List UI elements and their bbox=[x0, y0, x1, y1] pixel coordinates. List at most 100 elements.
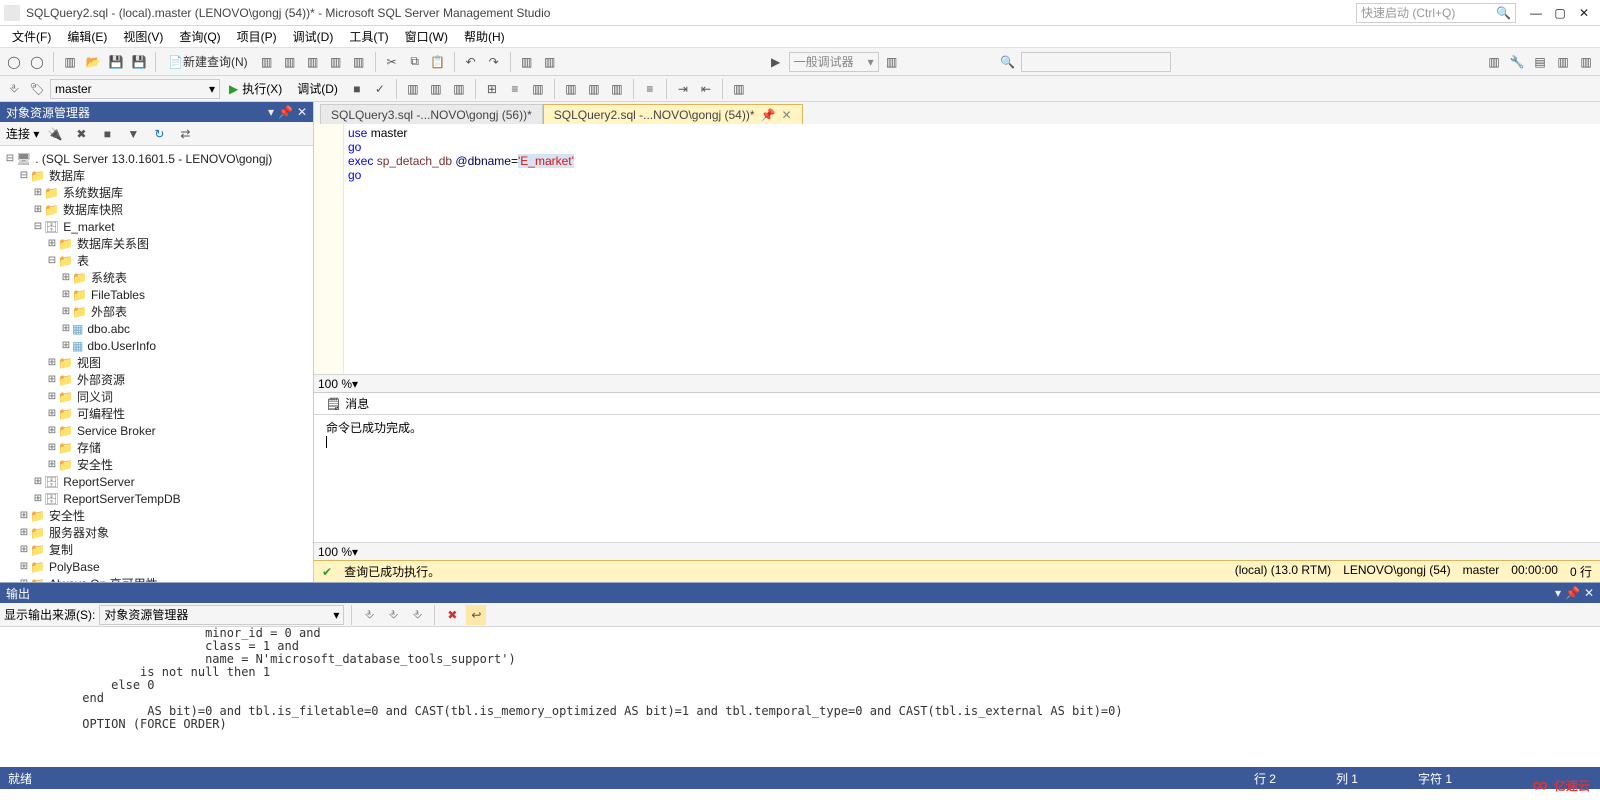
tree-polybase[interactable]: PolyBase bbox=[49, 560, 100, 574]
messages-tab[interactable]: 🗒 消息 bbox=[318, 393, 377, 414]
open-icon[interactable]: 📂 bbox=[83, 52, 103, 72]
new-project-icon[interactable]: ▥ bbox=[60, 52, 80, 72]
tree-databases[interactable]: 数据库 bbox=[49, 167, 85, 184]
panel-dropdown-icon[interactable]: ▾ bbox=[268, 105, 274, 119]
output-src-select[interactable]: 对象资源管理器▾ bbox=[99, 605, 344, 625]
tb2-g[interactable]: ▥ bbox=[584, 79, 604, 99]
output-body[interactable]: minor_id = 0 and class = 1 and name = N'… bbox=[0, 627, 1600, 767]
tree-prog[interactable]: 可编程性 bbox=[77, 405, 125, 422]
tb-g[interactable]: ▥ bbox=[540, 52, 560, 72]
refresh-icon[interactable]: ↻ bbox=[149, 124, 169, 144]
tb2-h[interactable]: ▥ bbox=[607, 79, 627, 99]
tree-replication[interactable]: 复制 bbox=[49, 541, 73, 558]
tree-sysdb[interactable]: 系统数据库 bbox=[63, 184, 123, 201]
filter-icon[interactable]: ▼ bbox=[123, 124, 143, 144]
nav-fwd-button[interactable]: ◯ bbox=[27, 52, 47, 72]
out-dropdown-icon[interactable]: ▾ bbox=[1555, 586, 1561, 600]
stop-icon-2[interactable]: ■ bbox=[97, 124, 117, 144]
tree-storage[interactable]: 存储 bbox=[77, 439, 101, 456]
tree-server[interactable]: . (SQL Server 13.0.1601.5 - LENOVO\gongj… bbox=[35, 152, 272, 166]
pin-icon[interactable]: 📌 bbox=[761, 108, 776, 122]
tb-h[interactable]: ▥ bbox=[882, 52, 902, 72]
tree-tables[interactable]: 表 bbox=[77, 252, 89, 269]
tb2-e[interactable]: ▥ bbox=[449, 79, 469, 99]
tb-b[interactable]: ▥ bbox=[280, 52, 300, 72]
code-body[interactable]: use master go exec sp_detach_db @dbname=… bbox=[344, 124, 1600, 374]
results-grid-icon[interactable]: ⊞ bbox=[482, 79, 502, 99]
tb-l[interactable]: ▥ bbox=[1553, 52, 1573, 72]
nav-back-button[interactable]: ◯ bbox=[4, 52, 24, 72]
paste-icon[interactable]: 📋 bbox=[428, 52, 448, 72]
tree-systables[interactable]: 系统表 bbox=[91, 269, 127, 286]
tb2-i[interactable]: ▥ bbox=[729, 79, 749, 99]
results-text-icon[interactable]: ≡ bbox=[505, 79, 525, 99]
cut-icon[interactable]: ✂ bbox=[382, 52, 402, 72]
parse-icon[interactable]: ✓ bbox=[370, 79, 390, 99]
out-tb-b[interactable]: ⎀ bbox=[383, 605, 403, 625]
debug-selector[interactable]: 一般调试器▾ bbox=[789, 52, 879, 72]
tb-j[interactable]: 🔧 bbox=[1507, 52, 1527, 72]
tb-d[interactable]: ▥ bbox=[326, 52, 346, 72]
menu-file[interactable]: 文件(F) bbox=[4, 26, 59, 47]
play-icon[interactable]: ▶ bbox=[766, 52, 786, 72]
tb-e[interactable]: ▥ bbox=[349, 52, 369, 72]
sync-icon[interactable]: ⇄ bbox=[175, 124, 195, 144]
tb-k[interactable]: ▤ bbox=[1530, 52, 1550, 72]
panel-close-icon[interactable]: ✕ bbox=[297, 105, 307, 119]
quick-launch[interactable]: 快速启动 (Ctrl+Q) 🔍 bbox=[1356, 3, 1516, 23]
tb-f[interactable]: ▥ bbox=[517, 52, 537, 72]
menu-help[interactable]: 帮助(H) bbox=[456, 26, 513, 47]
database-selector[interactable]: master▾ bbox=[50, 79, 220, 99]
indent-icon[interactable]: ⇥ bbox=[673, 79, 693, 99]
tb-c[interactable]: ▥ bbox=[303, 52, 323, 72]
menu-edit[interactable]: 编辑(E) bbox=[59, 26, 115, 47]
menu-view[interactable]: 视图(V) bbox=[115, 26, 171, 47]
tree-views[interactable]: 视图 bbox=[77, 354, 101, 371]
tb-a[interactable]: ▥ bbox=[257, 52, 277, 72]
out-close-icon[interactable]: ✕ bbox=[1584, 586, 1594, 600]
menu-window[interactable]: 窗口(W) bbox=[397, 26, 456, 47]
tree-extres[interactable]: 外部资源 bbox=[77, 371, 125, 388]
tree-top-security[interactable]: 安全性 bbox=[49, 507, 85, 524]
out-tb-c[interactable]: ⎀ bbox=[407, 605, 427, 625]
execute-button[interactable]: ▶执行(X) bbox=[223, 79, 288, 99]
comment-icon[interactable]: ≡ bbox=[640, 79, 660, 99]
tb-i[interactable]: ▥ bbox=[1484, 52, 1504, 72]
tb2-c[interactable]: ▥ bbox=[403, 79, 423, 99]
zoom-value[interactable]: 100 % bbox=[318, 377, 352, 391]
tree-security[interactable]: 安全性 bbox=[77, 456, 113, 473]
out-clear-icon[interactable]: ✖ bbox=[442, 605, 462, 625]
tree-svcbroker[interactable]: Service Broker bbox=[77, 424, 156, 438]
tree-filetables[interactable]: FileTables bbox=[91, 288, 145, 302]
tree-alwayson[interactable]: Always On 高可用性 bbox=[49, 575, 158, 582]
connect-icon[interactable]: 🔌 bbox=[45, 124, 65, 144]
maximize-button[interactable]: ▢ bbox=[1548, 3, 1572, 23]
tb2-a[interactable]: ⎀ bbox=[4, 79, 24, 99]
out-wrap-icon[interactable]: ↩ bbox=[466, 605, 486, 625]
tab-query2[interactable]: SQLQuery2.sql -...NOVO\gongj (54))*📌✕ bbox=[543, 104, 803, 124]
tb2-f[interactable]: ▥ bbox=[561, 79, 581, 99]
menu-project[interactable]: 项目(P) bbox=[229, 26, 285, 47]
menu-query[interactable]: 查询(Q) bbox=[171, 26, 228, 47]
out-pin-icon[interactable]: 📌 bbox=[1565, 586, 1580, 600]
tree-dbo-userinfo[interactable]: dbo.UserInfo bbox=[87, 339, 156, 353]
menu-tools[interactable]: 工具(T) bbox=[341, 26, 396, 47]
stop-icon[interactable]: ■ bbox=[347, 79, 367, 99]
save-icon[interactable]: 💾 bbox=[106, 52, 126, 72]
save-all-icon[interactable]: 💾 bbox=[129, 52, 149, 72]
tab-close-icon[interactable]: ✕ bbox=[781, 108, 791, 122]
tree-server-objects[interactable]: 服务器对象 bbox=[49, 524, 109, 541]
tb-m[interactable]: ▥ bbox=[1576, 52, 1596, 72]
outdent-icon[interactable]: ⇤ bbox=[696, 79, 716, 99]
tree-dbo-abc[interactable]: dbo.abc bbox=[87, 322, 130, 336]
menu-debug[interactable]: 调试(D) bbox=[285, 26, 342, 47]
undo-icon[interactable]: ↶ bbox=[461, 52, 481, 72]
out-tb-a[interactable]: ⎀ bbox=[359, 605, 379, 625]
minimize-button[interactable]: — bbox=[1524, 3, 1548, 23]
connect-dropdown[interactable]: 连接 ▾ bbox=[6, 125, 39, 142]
redo-icon[interactable]: ↷ bbox=[484, 52, 504, 72]
tree-reportservertmp[interactable]: ReportServerTempDB bbox=[63, 492, 180, 506]
panel-pin-icon[interactable]: 📌 bbox=[278, 105, 293, 119]
tab-query3[interactable]: SQLQuery3.sql -...NOVO\gongj (56))* bbox=[320, 104, 543, 124]
tb2-b[interactable]: 🏷 bbox=[27, 79, 47, 99]
